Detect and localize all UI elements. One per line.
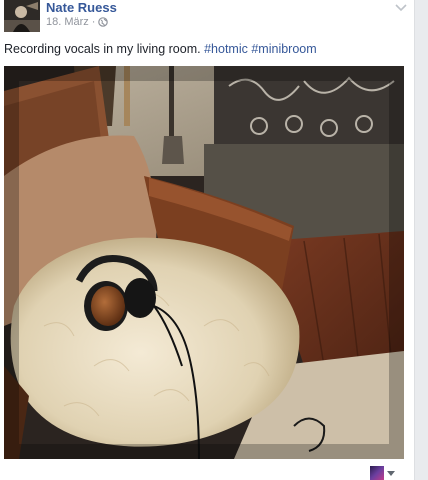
meta-separator: · xyxy=(91,16,96,28)
caret-down-icon xyxy=(387,470,395,476)
post-photo[interactable] xyxy=(4,66,404,459)
globe-icon xyxy=(98,17,109,27)
hashtag-link[interactable]: #hotmic xyxy=(204,42,248,56)
photo-headphones-on-chair xyxy=(4,66,404,459)
post-text: Recording vocals in my living room. #hot… xyxy=(4,42,317,56)
author-avatar[interactable] xyxy=(4,0,40,32)
hashtag-link[interactable]: #minibroom xyxy=(251,42,316,56)
feed-right-gutter xyxy=(414,0,428,480)
post-card: Nate Ruess 18. März · Recording vocals i… xyxy=(0,0,414,480)
post-date[interactable]: 18. März xyxy=(46,16,89,28)
post-options-chevron-icon[interactable] xyxy=(394,0,408,12)
post-meta: 18. März · xyxy=(46,16,109,28)
author-name[interactable]: Nate Ruess xyxy=(46,0,117,15)
post-as-selector[interactable] xyxy=(370,466,395,480)
actor-avatar-icon xyxy=(370,466,384,480)
post-text-body: Recording vocals in my living room. xyxy=(4,42,201,56)
